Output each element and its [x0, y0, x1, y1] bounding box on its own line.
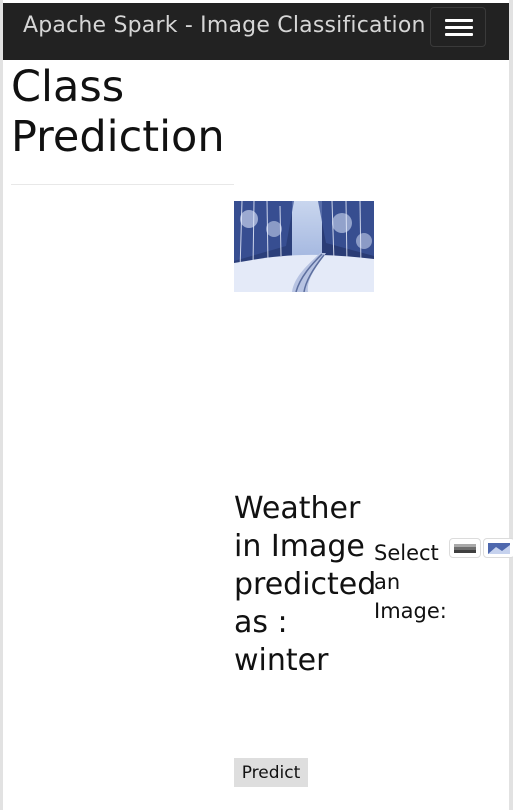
predict-button[interactable]: Predict [234, 758, 308, 787]
left-border [0, 0, 3, 810]
image-thumbnail-1[interactable] [449, 538, 481, 558]
snowy-road-image [234, 201, 374, 292]
thumbnail-image-icon [454, 544, 476, 553]
right-scrollbar[interactable] [509, 0, 513, 810]
menu-bar [445, 26, 473, 29]
preview-image [234, 201, 374, 292]
image-thumbnail-2[interactable] [483, 538, 513, 558]
navbar-brand[interactable]: Apache Spark - Image Classification [23, 13, 426, 38]
select-image-label: Select an Image: [374, 541, 447, 623]
hamburger-menu-icon[interactable] [430, 7, 486, 47]
menu-bar [445, 33, 473, 36]
navbar: Apache Spark - Image Classification [3, 3, 509, 60]
page-title: Class Prediction [11, 62, 225, 162]
thumbnail-image-icon [488, 543, 510, 554]
title-divider [11, 184, 234, 185]
prediction-result: Weather in Image predicted as : winter [234, 491, 377, 678]
menu-bar [445, 19, 473, 22]
